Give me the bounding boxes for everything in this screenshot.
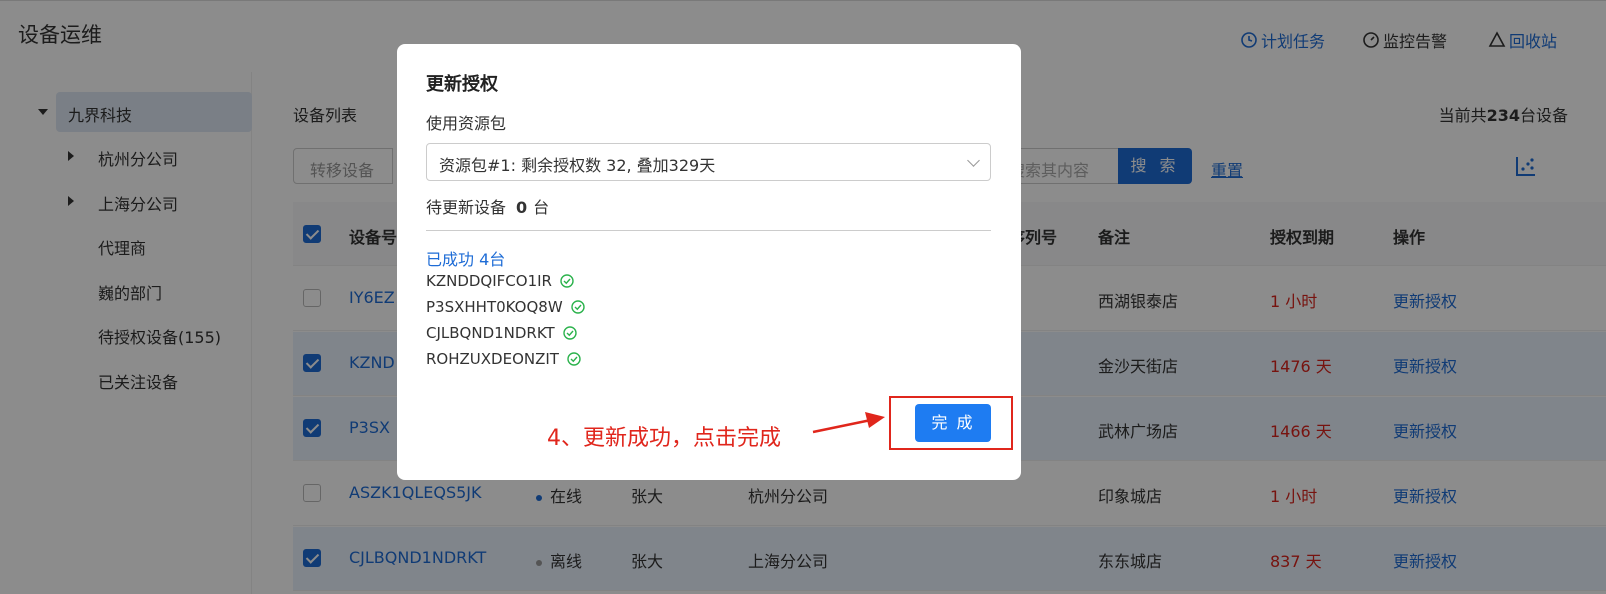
success-title: 已成功 4台 — [426, 250, 506, 269]
dialog-title: 更新授权 — [426, 74, 498, 95]
success-device-item: P3SXHHT0KOQ8W — [426, 298, 585, 316]
success-device-item: CJLBQND1NDRKT — [426, 324, 577, 342]
success-device-item: KZNDDQIFCO1IR — [426, 272, 574, 290]
resource-select-value: 资源包#1: 剩余授权数 32, 叠加329天 — [439, 156, 716, 175]
check-circle-icon — [567, 352, 581, 366]
resource-label: 使用资源包 — [426, 114, 507, 133]
success-device-item: ROHZUXDEONZIT — [426, 350, 581, 368]
check-circle-icon — [560, 274, 574, 288]
pending-count: 0 — [516, 198, 528, 217]
check-circle-icon — [570, 300, 585, 314]
instruction-annotation: 4、更新成功，点击完成 — [547, 426, 781, 451]
pending-devices: 待更新设备 0 台 — [426, 194, 549, 218]
check-circle-icon — [563, 326, 577, 340]
done-button[interactable]: 完 成 — [915, 404, 991, 442]
device-serial: ROHZUXDEONZIT — [426, 350, 559, 368]
device-serial: P3SXHHT0KOQ8W — [426, 298, 563, 316]
update-auth-dialog: 更新授权 使用资源包 资源包#1: 剩余授权数 32, 叠加329天 待更新设备… — [397, 44, 1021, 480]
pending-prefix: 待更新设备 — [426, 198, 507, 217]
chevron-down-icon — [967, 154, 980, 167]
device-serial: KZNDDQIFCO1IR — [426, 272, 552, 290]
resource-select[interactable]: 资源包#1: 剩余授权数 32, 叠加329天 — [426, 143, 991, 181]
divider — [426, 230, 991, 231]
pending-suffix: 台 — [533, 198, 550, 217]
arrow-icon — [812, 412, 885, 434]
device-serial: CJLBQND1NDRKT — [426, 324, 555, 342]
